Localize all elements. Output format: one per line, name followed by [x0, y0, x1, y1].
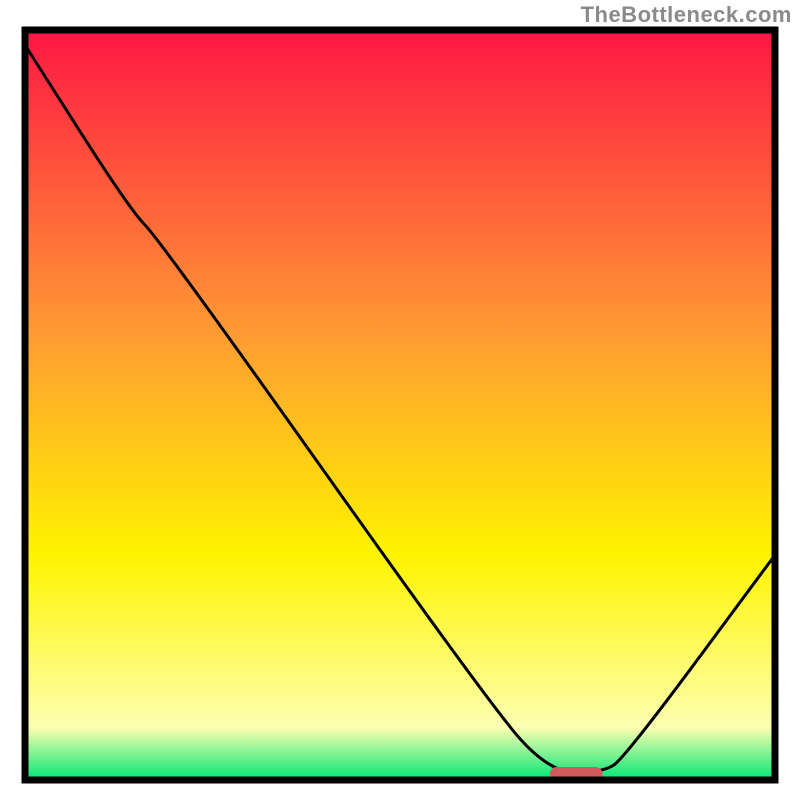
bottleneck-chart [0, 0, 800, 800]
watermark-text: TheBottleneck.com [581, 2, 792, 28]
gradient-background [25, 30, 775, 780]
chart-container: { "watermark": "TheBottleneck.com", "col… [0, 0, 800, 800]
